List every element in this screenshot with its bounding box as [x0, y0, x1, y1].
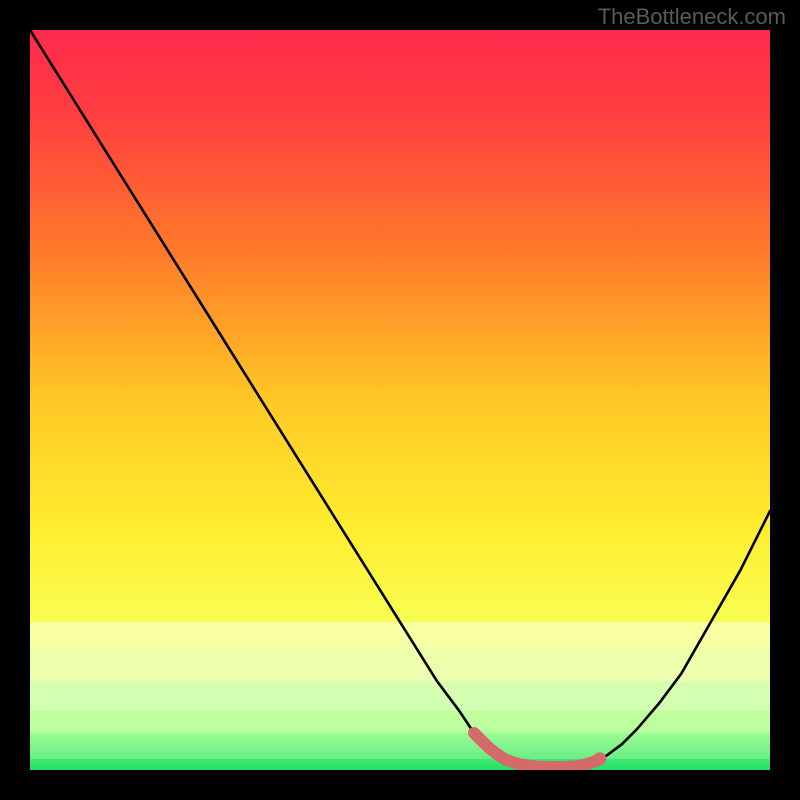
bottleneck-chart — [30, 30, 770, 770]
chart-svg — [30, 30, 770, 770]
optimal-range-end-dot — [593, 752, 606, 765]
glow-bands — [30, 622, 770, 759]
watermark-text: TheBottleneck.com — [598, 4, 786, 30]
